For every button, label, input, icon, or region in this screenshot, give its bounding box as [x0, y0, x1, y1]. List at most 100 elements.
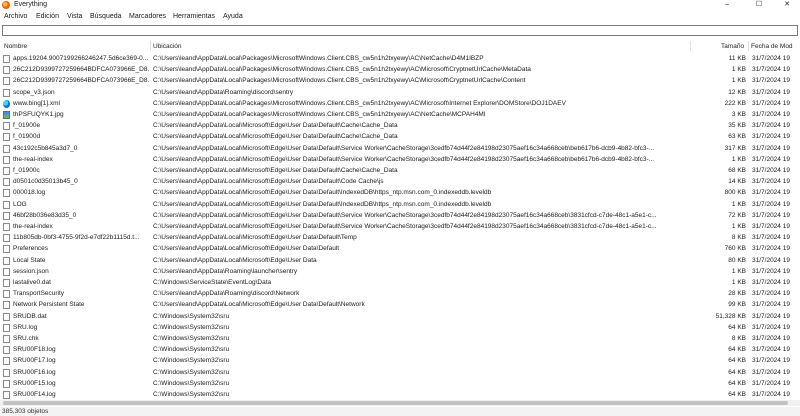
- table-row[interactable]: LOG C:\Users\leand\AppData\Local\Microsof…: [0, 199, 800, 210]
- file-name: scope_v3.json: [13, 88, 55, 96]
- table-row[interactable]: Local State C:\Users\leand\AppData\Local\…: [0, 255, 800, 266]
- file-icon: [3, 368, 10, 377]
- search-input[interactable]: [2, 25, 798, 36]
- file-icon: [3, 267, 10, 276]
- file-icon: [3, 178, 10, 187]
- table-row[interactable]: the-real-index C:\Users\leand\AppData\Loc…: [0, 221, 800, 232]
- file-size: 760 KB: [724, 245, 746, 253]
- column-name-header[interactable]: Nombre: [4, 43, 27, 50]
- image-file-icon: [3, 111, 10, 119]
- file-icon: [3, 155, 10, 164]
- column-divider[interactable]: [690, 41, 691, 51]
- table-row[interactable]: Network Persistent State C:\Users\leand\A…: [0, 299, 800, 310]
- table-row[interactable]: TransportSecurity C:\Users\leand\AppData\…: [0, 288, 800, 299]
- file-size: 3 KB: [731, 111, 746, 118]
- menu-archivo[interactable]: Archivo: [4, 13, 27, 20]
- table-row[interactable]: 26C212D9399727259664BDFCA073966E_D8... C:…: [0, 75, 800, 86]
- menu-busqueda[interactable]: Búsqueda: [90, 13, 122, 20]
- maximize-button[interactable]: ☐: [742, 0, 776, 10]
- file-name: lastalive0.dat: [13, 279, 51, 286]
- file-size: 1 KB: [731, 223, 746, 230]
- table-row[interactable]: SRU00F16.log C:\Windows\System32\sru 64 KB…: [0, 367, 800, 378]
- menu-herramientas[interactable]: Herramientas: [173, 13, 215, 20]
- file-date: 31/7/2024 19: [752, 88, 790, 96]
- minimize-button[interactable]: –: [710, 0, 744, 10]
- file-size: 12 KB: [728, 88, 746, 96]
- file-path: C:\Users\leand\AppData\Local\Microsoft\E…: [153, 301, 365, 309]
- file-icon: [3, 55, 10, 63]
- file-date: 31/7/2024 19: [752, 290, 790, 298]
- table-row[interactable]: session.json C:\Users\leand\AppData\Roami…: [0, 266, 800, 277]
- column-size-header[interactable]: Tamaño: [721, 43, 744, 50]
- file-path: C:\Windows\System32\sru: [153, 335, 230, 342]
- menu-vista[interactable]: Vista: [67, 13, 82, 20]
- menu-marcadores[interactable]: Marcadores: [129, 13, 166, 20]
- table-row[interactable]: SRU00F17.log C:\Windows\System32\sru 64 KB…: [0, 355, 800, 366]
- file-path: C:\Users\leand\AppData\Local\Microsoft\E…: [153, 189, 492, 197]
- table-row[interactable]: 000018.log C:\Users\leand\AppData\Local\M…: [0, 187, 800, 198]
- file-icon: [3, 323, 10, 332]
- file-name: TransportSecurity: [13, 290, 65, 298]
- table-row[interactable]: SRU.log C:\Windows\System32\sru 64 KB 31/7/…: [0, 322, 800, 333]
- column-path-header[interactable]: Ubicación: [153, 43, 182, 50]
- table-row[interactable]: d0501c0d35013b45_0 C:\Users\leand\AppData…: [0, 176, 800, 187]
- file-name: Preferences: [13, 245, 49, 253]
- close-button[interactable]: ✕: [774, 0, 800, 10]
- table-row[interactable]: lastalive0.dat C:\Windows\ServiceState\Ev…: [0, 277, 800, 288]
- table-row[interactable]: Preferences C:\Users\leand\AppData\Local\…: [0, 243, 800, 254]
- table-row[interactable]: www.bing[1].xml C:\Users\leand\AppData\Lo…: [0, 98, 800, 109]
- table-row[interactable]: f_01900c C:\Users\leand\AppData\Local\Mic…: [0, 165, 800, 176]
- file-path: C:\Windows\System32\sru: [153, 368, 230, 376]
- file-size: 1 KB: [731, 200, 746, 208]
- table-row[interactable]: SRU00F14.log C:\Windows\System32\sru 64 KB…: [0, 389, 800, 399]
- file-date: 31/7/2024 19: [752, 55, 790, 62]
- file-name: d0501c0d35013b45_0: [13, 178, 78, 186]
- file-date: 31/7/2024 19: [752, 133, 790, 141]
- file-date: 31/7/2024 19: [752, 211, 790, 219]
- file-date: 31/7/2024 19: [752, 357, 790, 365]
- table-row[interactable]: scope_v3.json C:\Users\leand\AppData\Roam…: [0, 87, 800, 98]
- file-size: 800 KB: [724, 189, 746, 197]
- file-date: 31/7/2024 19: [752, 66, 790, 74]
- column-date-header[interactable]: Fecha de Mod: [751, 43, 793, 50]
- scrollbar-thumb[interactable]: [3, 401, 788, 405]
- file-size: 64 KB: [728, 391, 746, 398]
- file-path: C:\Windows\System32\sru: [153, 391, 230, 398]
- file-icon: [3, 256, 10, 265]
- file-icon: [3, 122, 10, 131]
- file-size: 64 KB: [728, 379, 746, 387]
- table-row[interactable]: thPSFUQYK1.jpg C:\Users\leand\AppData\Loc…: [0, 109, 800, 120]
- table-row[interactable]: apps.19204.9007199266246247.5d6ce369-0..…: [0, 53, 800, 64]
- table-row[interactable]: 11b805db-0bf3-4755-9f2d-e7df22b1115d.t..…: [0, 232, 800, 243]
- file-icon: [3, 335, 10, 343]
- table-row[interactable]: f_01900d C:\Users\leand\AppData\Local\Mic…: [0, 131, 800, 142]
- table-row[interactable]: SRU.chk C:\Windows\System32\sru 8 KB 31/7/2…: [0, 333, 800, 344]
- file-path: C:\Users\leand\AppData\Local\Microsoft\E…: [153, 155, 655, 163]
- file-size: 63 KB: [728, 133, 746, 141]
- file-path: C:\Windows\System32\sru: [153, 323, 230, 331]
- table-row[interactable]: 43c192c5b845a3d7_0 C:\Users\leand\AppData…: [0, 143, 800, 154]
- column-divider[interactable]: [150, 41, 151, 51]
- file-date: 31/7/2024 19: [752, 111, 790, 118]
- table-row[interactable]: 46bf28b036e83d35_0 C:\Users\leand\AppData…: [0, 210, 800, 221]
- table-row[interactable]: SRUDB.dat C:\Windows\System32\sru 51,328 K…: [0, 311, 800, 322]
- table-row[interactable]: SRU00F15.log C:\Windows\System32\sru 64 KB…: [0, 378, 800, 389]
- file-date: 31/7/2024 19: [752, 346, 790, 354]
- table-row[interactable]: SRU00F18.log C:\Windows\System32\sru 64 KB…: [0, 344, 800, 355]
- file-icon: [3, 379, 10, 388]
- table-row[interactable]: 26C212D9399727259664BDFCA073966E_D8... C:…: [0, 64, 800, 75]
- file-name: SRU00F18.log: [13, 346, 56, 354]
- file-size: 51,328 KB: [715, 312, 746, 320]
- menu-ayuda[interactable]: Ayuda: [223, 13, 243, 20]
- file-size: 80 KB: [728, 256, 746, 264]
- menu-edicion[interactable]: Edición: [36, 13, 59, 20]
- file-date: 31/7/2024 19: [752, 122, 790, 130]
- table-row[interactable]: f_01900e C:\Users\leand\AppData\Local\Mic…: [0, 120, 800, 131]
- file-icon: [3, 234, 10, 243]
- table-row[interactable]: the-real-index C:\Users\leand\AppData\Loc…: [0, 154, 800, 165]
- file-date: 31/7/2024 19: [752, 379, 790, 387]
- column-divider[interactable]: [748, 41, 749, 51]
- file-name: f_01900e: [13, 122, 41, 130]
- horizontal-scrollbar[interactable]: [0, 400, 800, 406]
- file-path: C:\Users\leand\AppData\Roaming\launcher\…: [153, 267, 298, 275]
